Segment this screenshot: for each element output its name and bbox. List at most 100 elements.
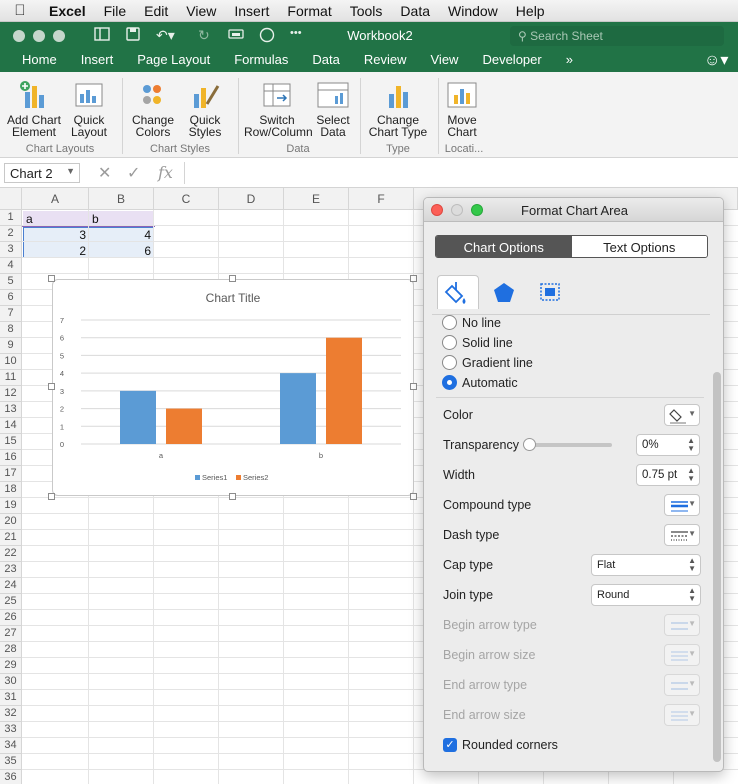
chart-resize-handle[interactable] [410,275,417,282]
radio-no-line[interactable]: No line [442,315,501,330]
move-chart-button[interactable]: Move Chart [444,80,480,138]
cell-b2[interactable]: 4 [89,228,151,242]
panel-zoom-button[interactable] [471,204,483,216]
row-header-11[interactable]: 11 [0,370,22,386]
stepper-icon[interactable]: ▲ ▼ [687,467,695,483]
row-header-33[interactable]: 33 [0,722,22,738]
menu-insert[interactable]: Insert [225,3,278,19]
save-icon[interactable] [126,27,140,44]
cell-b1[interactable]: b [92,212,99,226]
zoom-window-button[interactable] [53,30,65,42]
tab-review[interactable]: Review [352,50,419,72]
row-header-2[interactable]: 2 [0,226,22,242]
panel-close-button[interactable] [431,204,443,216]
row-header-9[interactable]: 9 [0,338,22,354]
sidebar-toggle-icon[interactable] [94,27,110,44]
row-header-13[interactable]: 13 [0,402,22,418]
radio-solid-line[interactable]: Solid line [442,335,513,350]
cell-a1[interactable]: a [26,212,33,226]
change-chart-type-button[interactable]: Change Chart Type [366,80,430,138]
row-header-14[interactable]: 14 [0,418,22,434]
compound-type-button[interactable]: ▼ [664,494,700,516]
row-header-27[interactable]: 27 [0,626,22,642]
stepper-icon[interactable]: ▲ ▼ [687,437,695,453]
row-header-1[interactable]: 1 [0,210,22,226]
text-options-tab[interactable]: Text Options [571,236,707,257]
select-data-button[interactable]: Select Data [314,80,352,138]
row-header-22[interactable]: 22 [0,546,22,562]
transparency-field[interactable]: 0% ▲ ▼ [636,434,700,456]
tab-home[interactable]: Home [0,50,69,72]
row-header-5[interactable]: 5 [0,274,22,290]
transparency-slider-track[interactable] [526,443,612,447]
panel-scrollbar[interactable] [711,314,723,766]
color-picker-button[interactable]: ▼ [664,404,700,426]
name-box[interactable]: Chart 2 ▼ [4,163,80,183]
row-header-25[interactable]: 25 [0,594,22,610]
apple-menu-icon[interactable]:  [0,2,40,19]
row-header-12[interactable]: 12 [0,386,22,402]
row-header-18[interactable]: 18 [0,482,22,498]
transparency-slider-thumb[interactable] [523,438,536,451]
menu-view[interactable]: View [177,3,225,19]
row-header-4[interactable]: 4 [0,258,22,274]
close-window-button[interactable] [13,30,25,42]
column-header-a[interactable]: A [22,188,89,210]
chart-resize-handle[interactable] [229,493,236,500]
chart-options-tab[interactable]: Chart Options [436,236,572,257]
row-header-31[interactable]: 31 [0,690,22,706]
print-icon[interactable] [228,27,244,43]
row-header-36[interactable]: 36 [0,770,22,784]
menu-window[interactable]: Window [439,3,507,19]
column-header-f[interactable]: F [349,188,414,210]
row-header-3[interactable]: 3 [0,242,22,258]
chart-resize-handle[interactable] [48,275,55,282]
row-header-30[interactable]: 30 [0,674,22,690]
tab-formulas[interactable]: Formulas [222,50,300,72]
panel-scroll-thumb[interactable] [713,372,721,762]
size-properties-tab[interactable] [529,275,571,309]
change-colors-button[interactable]: Change Colors [128,80,178,138]
row-header-32[interactable]: 32 [0,706,22,722]
smiley-feedback-icon[interactable]: ☺▾ [704,50,728,70]
cell-a2[interactable]: 3 [22,228,86,242]
row-header-26[interactable]: 26 [0,610,22,626]
formula-input[interactable] [184,162,734,184]
radio-automatic[interactable]: Automatic [442,375,518,390]
row-header-34[interactable]: 34 [0,738,22,754]
more-tabs-chevron-icon[interactable]: » [554,50,585,72]
rounded-corners-checkbox[interactable]: ✓ Rounded corners [443,738,558,752]
row-header-23[interactable]: 23 [0,562,22,578]
embedded-chart[interactable]: Chart Title 0 1 2 3 4 5 6 7 a b Series1 Series2 [52,279,414,496]
dash-type-button[interactable]: ▼ [664,524,700,546]
menu-app-excel[interactable]: Excel [40,3,95,19]
width-field[interactable]: 0.75 pt ▲ ▼ [636,464,700,486]
undo-icon[interactable]: ↶▾ [156,27,175,44]
minimize-window-button[interactable] [33,30,45,42]
fill-line-tab[interactable] [437,275,479,309]
add-chart-element-button[interactable]: Add Chart Element [6,80,62,138]
column-header-c[interactable]: C [154,188,219,210]
quick-layout-button[interactable]: Quick Layout [66,80,112,138]
switch-row-column-button[interactable]: Switch Row/Column [244,80,313,138]
row-header-8[interactable]: 8 [0,322,22,338]
menu-data[interactable]: Data [391,3,439,19]
search-sheet-field[interactable]: ⚲ Search Sheet [510,26,724,46]
tab-data[interactable]: Data [300,50,351,72]
row-header-15[interactable]: 15 [0,434,22,450]
row-header-19[interactable]: 19 [0,498,22,514]
row-header-20[interactable]: 20 [0,514,22,530]
row-header-29[interactable]: 29 [0,658,22,674]
tab-page-layout[interactable]: Page Layout [125,50,222,72]
chart-resize-handle[interactable] [410,383,417,390]
chart-resize-handle[interactable] [48,383,55,390]
cap-type-select[interactable]: Flat ▲ ▼ [591,554,701,576]
insert-function-icon[interactable]: fx [158,163,173,182]
column-header-d[interactable]: D [219,188,284,210]
row-header-35[interactable]: 35 [0,754,22,770]
quick-styles-button[interactable]: Quick Styles [182,80,228,138]
row-header-6[interactable]: 6 [0,290,22,306]
row-header-16[interactable]: 16 [0,450,22,466]
column-header-b[interactable]: B [89,188,154,210]
tab-insert[interactable]: Insert [69,50,126,72]
